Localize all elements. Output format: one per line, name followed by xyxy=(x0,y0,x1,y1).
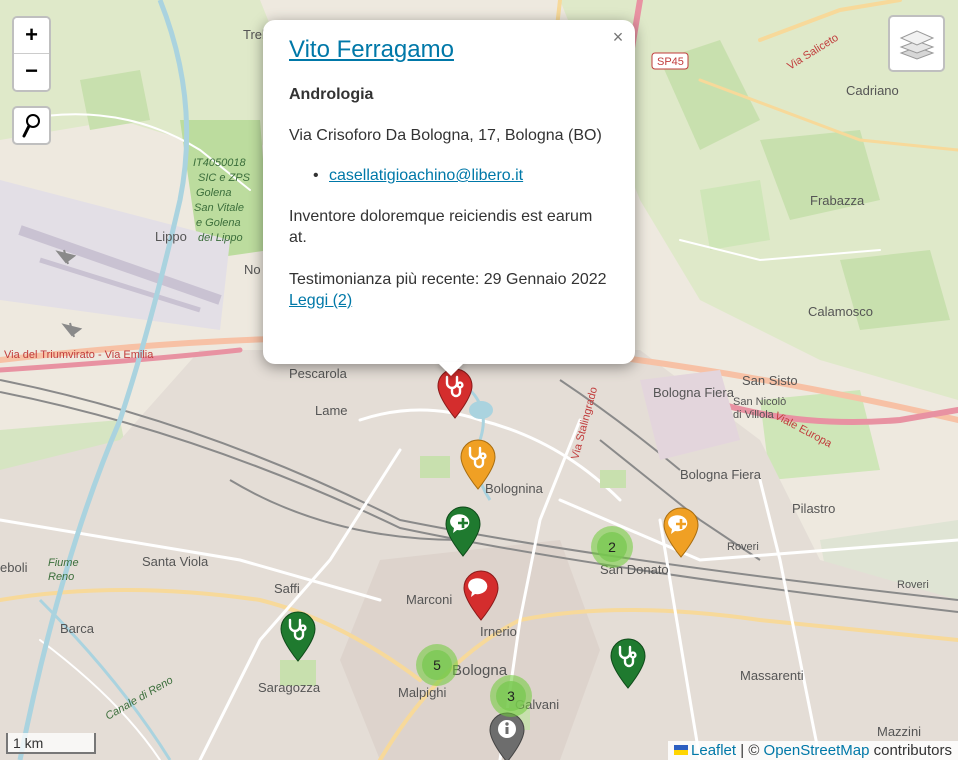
svg-text:eboli: eboli xyxy=(0,560,28,575)
attribution-contributors: contributors xyxy=(873,742,952,759)
ukraine-flag-icon xyxy=(674,745,689,755)
svg-text:SP45: SP45 xyxy=(657,56,684,68)
contact-list: casellatigioachino@libero.it xyxy=(289,167,609,185)
svg-text:Barca: Barca xyxy=(60,621,95,636)
review-marker[interactable] xyxy=(460,568,502,622)
svg-text:Malpighi: Malpighi xyxy=(398,685,447,700)
layers-button[interactable] xyxy=(888,15,945,72)
layers-icon xyxy=(899,29,934,60)
doctor-marker[interactable] xyxy=(277,609,319,663)
popup-close-button[interactable]: × xyxy=(611,27,625,48)
doctor-marker[interactable] xyxy=(457,437,499,491)
attribution: Leaflet | © OpenStreetMap contributors xyxy=(668,741,958,760)
marker-cluster[interactable]: 5 xyxy=(416,644,458,686)
svg-text:Irnerio: Irnerio xyxy=(480,624,517,639)
recent-review: Testimonianza più recente: 29 Gennaio 20… xyxy=(289,269,609,311)
svg-text:San Vitale: San Vitale xyxy=(194,202,244,214)
svg-text:Saffi: Saffi xyxy=(274,581,300,596)
svg-text:Cadriano: Cadriano xyxy=(846,83,899,98)
svg-text:Santa Viola: Santa Viola xyxy=(142,554,209,569)
svg-text:del Lippo: del Lippo xyxy=(198,232,243,244)
cluster-count: 3 xyxy=(496,681,526,711)
leaflet-link[interactable]: Leaflet xyxy=(691,742,736,759)
scale-bar: 1 km xyxy=(6,733,96,754)
svg-text:Via del Triumvirato - Via Emil: Via del Triumvirato - Via Emilia xyxy=(4,349,154,361)
specialty: Andrologia xyxy=(289,86,374,103)
doctor-marker[interactable] xyxy=(607,636,649,690)
contact-item: casellatigioachino@libero.it xyxy=(313,167,609,185)
svg-text:Reno: Reno xyxy=(48,571,74,583)
attribution-separator: | © xyxy=(740,742,760,759)
svg-text:Frabazza: Frabazza xyxy=(810,193,865,208)
zoom-out-button[interactable]: − xyxy=(14,54,49,90)
marker-popup: × Vito Ferragamo Andrologia Via Crisofor… xyxy=(263,20,635,364)
svg-text:Calamosco: Calamosco xyxy=(808,304,873,319)
marker-cluster[interactable]: 2 xyxy=(591,526,633,568)
zoom-in-button[interactable]: + xyxy=(14,18,49,54)
svg-text:Roveri: Roveri xyxy=(897,579,929,591)
svg-text:e Golena: e Golena xyxy=(196,217,241,229)
svg-text:Bologna Fiera: Bologna Fiera xyxy=(653,385,735,400)
svg-text:di Villola: di Villola xyxy=(733,409,775,421)
search-icon xyxy=(22,113,40,137)
svg-text:Lippo: Lippo xyxy=(155,229,187,244)
svg-text:Mazzini: Mazzini xyxy=(877,724,921,739)
svg-text:San Sisto: San Sisto xyxy=(742,373,798,388)
info-marker[interactable] xyxy=(486,710,528,760)
search-button[interactable] xyxy=(12,106,51,145)
svg-text:Bologna: Bologna xyxy=(452,662,508,679)
svg-text:Massarenti: Massarenti xyxy=(740,668,804,683)
svg-text:San Nicolò: San Nicolò xyxy=(733,396,786,408)
svg-text:Fiume: Fiume xyxy=(48,557,79,569)
popup-tip xyxy=(437,362,465,376)
svg-text:Bologna Fiera: Bologna Fiera xyxy=(680,467,762,482)
email-link[interactable]: casellatigioachino@libero.it xyxy=(329,167,523,184)
read-more-link[interactable]: Leggi (2) xyxy=(289,292,352,309)
svg-text:Saragozza: Saragozza xyxy=(258,680,321,695)
address: Via Crisoforo Da Bologna, 17, Bologna (B… xyxy=(289,127,602,144)
svg-text:Pescarola: Pescarola xyxy=(289,366,348,381)
osm-link[interactable]: OpenStreetMap xyxy=(764,742,870,759)
review-marker[interactable] xyxy=(442,504,484,558)
svg-text:Golena: Golena xyxy=(196,187,231,199)
svg-text:Roveri: Roveri xyxy=(727,541,759,553)
marker-cluster[interactable]: 3 xyxy=(490,675,532,717)
svg-text:Marconi: Marconi xyxy=(406,592,452,607)
svg-text:SIC e ZPS: SIC e ZPS xyxy=(198,172,251,184)
description: Inventore doloremque reiciendis est earu… xyxy=(289,208,593,246)
recent-review-label: Testimonianza più recente: 29 Gennaio 20… xyxy=(289,271,607,288)
zoom-control: + − xyxy=(12,16,51,92)
svg-text:Pilastro: Pilastro xyxy=(792,501,835,516)
svg-text:Lame: Lame xyxy=(315,403,348,418)
info-icon xyxy=(498,720,516,738)
review-marker[interactable] xyxy=(660,505,702,559)
svg-text:IT4050018: IT4050018 xyxy=(193,157,246,169)
svg-text:No: No xyxy=(244,262,261,277)
doctor-name-link[interactable]: Vito Ferragamo xyxy=(289,36,454,64)
cluster-count: 2 xyxy=(597,532,627,562)
cluster-count: 5 xyxy=(422,650,452,680)
